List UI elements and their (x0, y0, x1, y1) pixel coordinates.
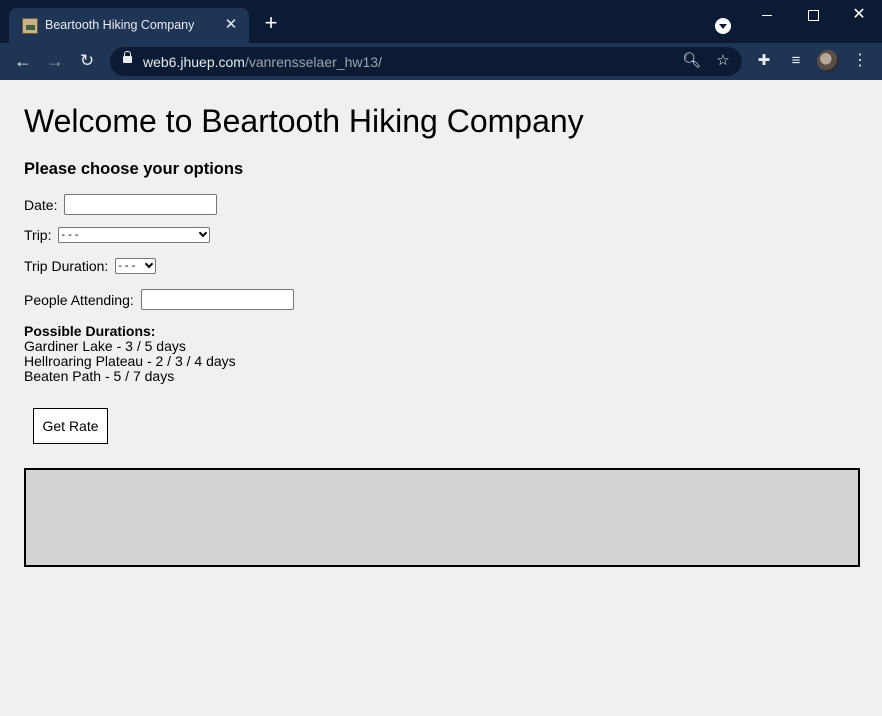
window-close-button[interactable]: ✕ (836, 0, 882, 30)
options-heading: Please choose your options (24, 160, 244, 178)
duration-select[interactable]: - - - (115, 258, 157, 275)
people-row: People Attending: (24, 289, 294, 310)
address-bar[interactable]: web6.jhuep.com/vanrensselaer_hw13/ 🔍︎ ☆ (110, 47, 742, 76)
reload-icon[interactable]: ↻ (75, 49, 99, 73)
avatar[interactable] (817, 50, 839, 72)
trip-select[interactable]: - - - (58, 227, 211, 244)
browser-tab[interactable]: Beartooth Hiking Company ✕ (9, 8, 249, 43)
duration-label: Trip Duration: (24, 258, 109, 275)
url-host: web6.jhuep.com (143, 54, 245, 70)
lock-icon[interactable] (123, 51, 132, 63)
people-field[interactable] (140, 289, 294, 310)
url-text[interactable]: web6.jhuep.com/vanrensselaer_hw13/ (143, 54, 382, 70)
minimize-button[interactable] (744, 0, 790, 30)
chevron-down-icon (199, 229, 208, 238)
extensions-icon[interactable]: ✚ (754, 51, 774, 71)
url-path: /vanrensselaer_hw13/ (244, 54, 382, 70)
duration-item: Gardiner Lake - 3 / 5 days (24, 338, 186, 354)
duration-item: Hellroaring Plateau - 2 / 3 / 4 days (24, 353, 236, 369)
get-rate-button[interactable]: Get Rate (33, 408, 108, 444)
forward-arrow-icon[interactable]: → (43, 49, 67, 73)
tab-title: Beartooth Hiking Company (45, 18, 195, 32)
trip-row: Trip: - - - (24, 226, 211, 244)
close-icon[interactable]: ✕ (221, 15, 241, 35)
date-field[interactable] (64, 194, 218, 215)
maximize-button[interactable] (790, 0, 836, 30)
date-row: Date: (24, 194, 218, 215)
media-queue-icon[interactable]: ≡ (786, 51, 806, 71)
browser-toolbar: ← → ↻ web6.jhuep.com/vanrensselaer_hw13/… (0, 43, 882, 80)
duration-select-value: - - - (118, 260, 136, 273)
favicon (22, 18, 38, 34)
trip-select-value: - - - (61, 229, 79, 242)
result-box (24, 468, 860, 567)
chevron-down-icon (144, 260, 154, 269)
trip-label: Trip: (24, 227, 52, 244)
duration-row: Trip Duration: - - - (24, 257, 157, 275)
date-label: Date: (24, 196, 58, 213)
browser-titlebar: Beartooth Hiking Company ✕ + ✕ (0, 0, 882, 43)
page-content: Welcome to Beartooth Hiking Company Plea… (0, 80, 882, 716)
durations-info: Possible Durations: Gardiner Lake - 3 / … (24, 324, 236, 384)
duration-item: Beaten Path - 5 / 7 days (24, 368, 175, 384)
plus-icon[interactable]: + (260, 12, 282, 35)
people-label: People Attending: (24, 291, 134, 308)
more-menu-icon[interactable]: ⋮ (850, 51, 870, 71)
profile-dropdown-icon[interactable] (715, 18, 731, 34)
zoom-icon[interactable]: 🔍︎ (682, 52, 701, 70)
page-title: Welcome to Beartooth Hiking Company (24, 103, 584, 139)
durations-heading: Possible Durations: (24, 323, 156, 339)
back-arrow-icon[interactable]: ← (11, 49, 35, 73)
star-icon[interactable]: ☆ (714, 52, 732, 70)
